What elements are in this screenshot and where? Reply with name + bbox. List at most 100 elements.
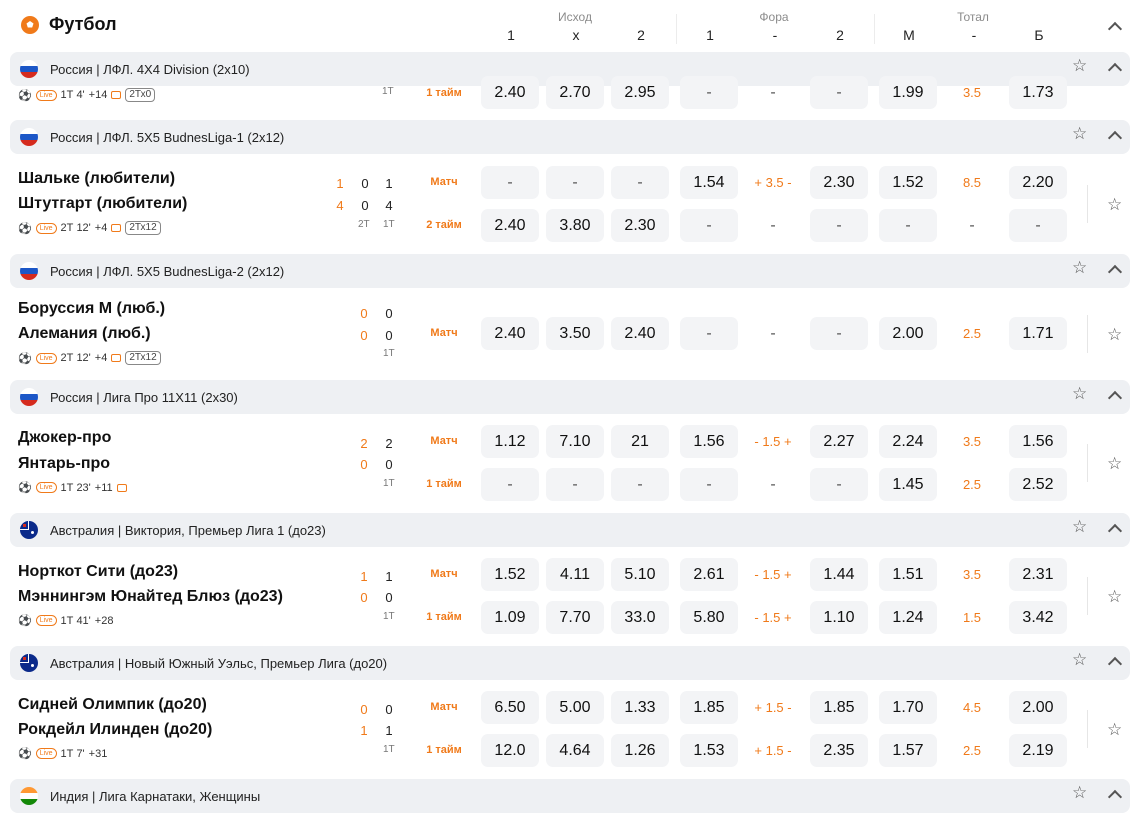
team-home[interactable]: Боруссия М (люб.)	[18, 300, 165, 318]
odds-button[interactable]: -	[546, 166, 604, 199]
odds-button[interactable]: 1.52	[879, 166, 937, 199]
odds-button[interactable]: 2.30	[810, 166, 868, 199]
favorite-star-icon[interactable]: ☆	[1072, 385, 1087, 402]
league-header[interactable]: Россия | ЛФЛ. 5X5 BudnesLiga-2 (2x12) ☆	[10, 254, 1130, 288]
odds-button[interactable]: 1.24	[879, 601, 937, 634]
odds-button[interactable]: 5.10	[611, 558, 669, 591]
odds-button[interactable]: 1.51	[879, 558, 937, 591]
odds-button[interactable]: 5.80	[680, 601, 738, 634]
favorite-star-icon[interactable]: ☆	[1072, 259, 1087, 276]
odds-button[interactable]: 21	[611, 425, 669, 458]
team-away[interactable]: Алемания (люб.)	[18, 325, 151, 343]
team-away[interactable]: Штутгарт (любители)	[18, 195, 187, 213]
collapse-chevron-icon[interactable]	[1107, 656, 1123, 672]
odds-button[interactable]: 1.53	[680, 734, 738, 767]
odds-button[interactable]: -	[680, 76, 738, 109]
league-header[interactable]: Россия | Лига Про 11X11 (2x30) ☆	[10, 380, 1130, 414]
odds-button[interactable]: -	[680, 468, 738, 501]
odds-button[interactable]: 1.57	[879, 734, 937, 767]
odds-button[interactable]: 2.27	[810, 425, 868, 458]
odds-button[interactable]: -	[879, 209, 937, 242]
odds-button[interactable]: 1.45	[879, 468, 937, 501]
team-away[interactable]: Янтарь-про	[18, 455, 110, 473]
odds-button[interactable]: 2.24	[879, 425, 937, 458]
odds-button[interactable]: -	[810, 76, 868, 109]
odds-button[interactable]: -	[481, 166, 539, 199]
odds-button[interactable]: 3.50	[546, 317, 604, 350]
collapse-chevron-icon[interactable]	[1107, 523, 1123, 539]
favorite-star-icon[interactable]: ☆	[1072, 651, 1087, 668]
odds-button[interactable]: 12.0	[481, 734, 539, 767]
odds-button[interactable]: -	[680, 317, 738, 350]
odds-button[interactable]: 1.09	[481, 601, 539, 634]
odds-button[interactable]: 1.33	[611, 691, 669, 724]
odds-button[interactable]: 7.10	[546, 425, 604, 458]
odds-button[interactable]: 1.10	[810, 601, 868, 634]
odds-button[interactable]: -	[810, 317, 868, 350]
odds-button[interactable]: 2.00	[879, 317, 937, 350]
odds-button[interactable]: -	[810, 468, 868, 501]
odds-button[interactable]: 2.40	[481, 317, 539, 350]
odds-button[interactable]: 4.11	[546, 558, 604, 591]
odds-button[interactable]: -	[680, 209, 738, 242]
odds-button[interactable]: -	[810, 209, 868, 242]
odds-button[interactable]: 1.44	[810, 558, 868, 591]
odds-button[interactable]: 1.70	[879, 691, 937, 724]
odds-button[interactable]: -	[481, 468, 539, 501]
odds-button[interactable]: 1.54	[680, 166, 738, 199]
odds-button[interactable]: 1.52	[481, 558, 539, 591]
odds-button[interactable]: -	[1009, 209, 1067, 242]
tv-icon[interactable]	[111, 224, 122, 232]
league-header[interactable]: Россия | ЛФЛ. 5X5 BudnesLiga-1 (2x12) ☆	[10, 120, 1130, 154]
odds-button[interactable]: 1.85	[680, 691, 738, 724]
odds-button[interactable]: 1.56	[680, 425, 738, 458]
odds-button[interactable]: 1.56	[1009, 425, 1067, 458]
odds-button[interactable]: 33.0	[611, 601, 669, 634]
more-markets[interactable]: +4	[95, 352, 108, 364]
favorite-star-icon[interactable]: ☆	[1107, 455, 1122, 472]
tv-icon[interactable]	[116, 483, 127, 492]
more-markets[interactable]: +11	[95, 482, 113, 494]
odds-button[interactable]: 1.71	[1009, 317, 1067, 350]
odds-button[interactable]: 2.95	[611, 76, 669, 109]
odds-button[interactable]: 2.40	[611, 317, 669, 350]
more-markets[interactable]: +31	[89, 748, 108, 760]
favorite-star-icon[interactable]: ☆	[1072, 784, 1087, 801]
odds-button[interactable]: 2.00	[1009, 691, 1067, 724]
favorite-star-icon[interactable]: ☆	[1072, 518, 1087, 535]
team-home[interactable]: Сидней Олимпик (до20)	[18, 696, 207, 714]
more-markets[interactable]: +28	[95, 615, 114, 627]
collapse-chevron-icon[interactable]	[1107, 130, 1123, 146]
odds-button[interactable]: 2.40	[481, 76, 539, 109]
odds-button[interactable]: 2.40	[481, 209, 539, 242]
odds-button[interactable]: 2.61	[680, 558, 738, 591]
favorite-star-icon[interactable]: ☆	[1107, 326, 1122, 343]
more-markets[interactable]: +14	[89, 89, 108, 101]
more-markets[interactable]: +4	[95, 222, 108, 234]
favorite-star-icon[interactable]: ☆	[1072, 57, 1087, 74]
odds-button[interactable]: 1.12	[481, 425, 539, 458]
collapse-chevron-icon[interactable]	[1107, 390, 1123, 406]
odds-button[interactable]: -	[611, 166, 669, 199]
collapse-chevron-icon[interactable]	[1107, 789, 1123, 805]
odds-button[interactable]: 6.50	[481, 691, 539, 724]
tv-icon[interactable]	[111, 91, 122, 99]
odds-button[interactable]: 7.70	[546, 601, 604, 634]
odds-button[interactable]: 4.64	[546, 734, 604, 767]
odds-button[interactable]: 2.19	[1009, 734, 1067, 767]
odds-button[interactable]: -	[611, 468, 669, 501]
odds-button[interactable]: 2.30	[611, 209, 669, 242]
odds-button[interactable]: 2.31	[1009, 558, 1067, 591]
favorite-star-icon[interactable]: ☆	[1107, 588, 1122, 605]
league-header[interactable]: Австралия | Новый Южный Уэльс, Премьер Л…	[10, 646, 1130, 680]
favorite-star-icon[interactable]: ☆	[1107, 196, 1122, 213]
odds-button[interactable]: 2.70	[546, 76, 604, 109]
tv-icon[interactable]	[111, 354, 122, 362]
odds-button[interactable]: 3.80	[546, 209, 604, 242]
odds-button[interactable]: 3.42	[1009, 601, 1067, 634]
odds-button[interactable]: 1.73	[1009, 76, 1067, 109]
team-home[interactable]: Шальке (любители)	[18, 170, 175, 188]
collapse-chevron-icon[interactable]	[1107, 21, 1123, 37]
team-home[interactable]: Джокер-про	[18, 429, 111, 447]
team-home[interactable]: Норткот Сити (до23)	[18, 563, 178, 581]
